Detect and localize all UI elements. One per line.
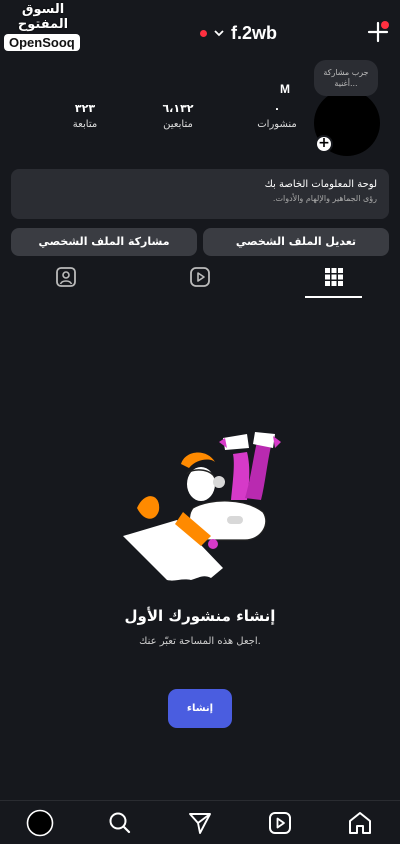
grid-icon[interactable] xyxy=(323,266,345,288)
tagged-icon[interactable] xyxy=(55,266,77,288)
chevron-down-icon xyxy=(214,30,224,37)
dashboard-subtitle: رؤى الجماهير والإلهام والأدوات. xyxy=(272,194,377,203)
posts-label: منشورات xyxy=(257,119,297,130)
following-label: متابعة xyxy=(72,119,98,130)
notification-dot xyxy=(200,29,207,37)
empty-state-subtitle: اجعل هذه المساحة تعبّر عنك. xyxy=(139,636,261,647)
send-icon[interactable] xyxy=(186,809,214,837)
profile-icon[interactable] xyxy=(26,809,54,837)
posts-count: ٠ xyxy=(273,102,281,115)
posts-stat: ٠ منشورات xyxy=(242,102,312,130)
home-icon[interactable] xyxy=(346,809,374,837)
username: f.2wb xyxy=(231,22,278,43)
edit-profile-button[interactable]: تعديل الملف الشخصي xyxy=(203,228,389,256)
create-post-button[interactable]: إنشاء xyxy=(168,689,232,728)
empty-state-title: إنشاء منشورك الأول xyxy=(124,607,276,625)
watermark-arabic: السوق المفتوح xyxy=(17,2,69,32)
search-icon[interactable] xyxy=(106,809,134,837)
note-bubble[interactable]: جرب مشاركة أغنية... xyxy=(314,60,378,96)
reels-icon[interactable] xyxy=(266,809,294,837)
empty-state-illustration xyxy=(123,432,281,581)
profile-name: M xyxy=(280,82,290,96)
account-switcher[interactable]: f.2wb xyxy=(200,22,277,44)
add-story-icon[interactable]: + xyxy=(315,135,333,153)
reels-icon[interactable] xyxy=(189,266,211,288)
note-text-line1: جرب مشاركة xyxy=(323,68,369,77)
following-count: ٣٢٣ xyxy=(74,102,96,115)
bottom-nav-divider xyxy=(0,800,400,801)
followers-stat[interactable]: ٦،١٣٢ متابعين xyxy=(143,102,213,130)
note-text-line2: أغنية... xyxy=(334,79,358,88)
following-stat[interactable]: ٣٢٣ متابعة xyxy=(50,102,120,130)
opensooq-watermark: السوق المفتوح OpenSooq xyxy=(4,2,82,51)
dashboard-title: لوحة المعلومات الخاصة بك xyxy=(264,179,377,190)
notification-dot xyxy=(381,21,389,29)
share-profile-button[interactable]: مشاركة الملف الشخصي xyxy=(11,228,197,256)
watermark-english: OpenSooq xyxy=(4,34,80,51)
active-tab-indicator xyxy=(305,296,362,298)
professional-dashboard[interactable]: لوحة المعلومات الخاصة بك رؤى الجماهير وا… xyxy=(11,169,389,219)
followers-label: متابعين xyxy=(163,119,193,130)
followers-count: ٦،١٣٢ xyxy=(162,102,194,115)
